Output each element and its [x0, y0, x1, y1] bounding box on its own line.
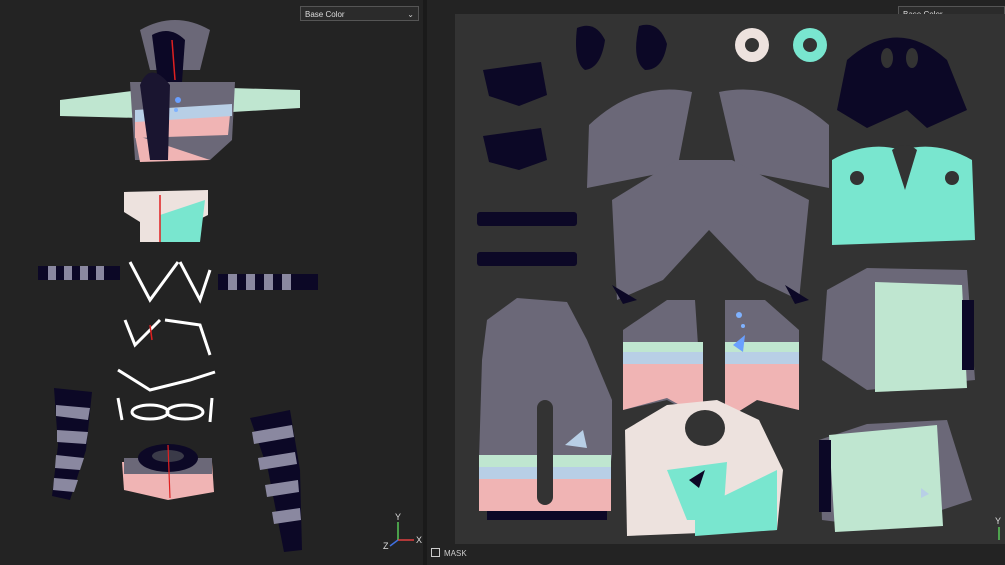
stocking-left-mesh [52, 388, 92, 500]
hoodie-mesh [60, 20, 300, 162]
harness-mesh [116, 261, 216, 423]
axis-y-label: Y [395, 512, 401, 522]
uv-texture-sheet[interactable]: Y [427, 0, 1005, 565]
skirt-mesh [122, 444, 214, 500]
exploded-model[interactable]: Y X Z [0, 0, 423, 565]
axis-x-label: X [416, 535, 422, 545]
stocking-right-mesh [250, 410, 302, 552]
axis-gizmo: Y X Z [383, 512, 422, 551]
uv-island-strap-4 [477, 252, 577, 266]
axis-z-label: Z [383, 541, 389, 551]
uv-axis-y-label: Y [995, 516, 1001, 526]
striped-sleeves-mesh [38, 266, 318, 290]
shirt-mesh [124, 190, 208, 242]
viewport-3d[interactable]: Base Color ⌄ Y X Z [0, 0, 423, 565]
uv-island-strap-3 [477, 212, 577, 226]
mask-toggle[interactable]: MASK [431, 548, 467, 558]
viewport-2d[interactable]: Base Color [427, 0, 1005, 565]
mask-checkbox[interactable] [431, 548, 440, 557]
mask-label: MASK [444, 549, 467, 558]
